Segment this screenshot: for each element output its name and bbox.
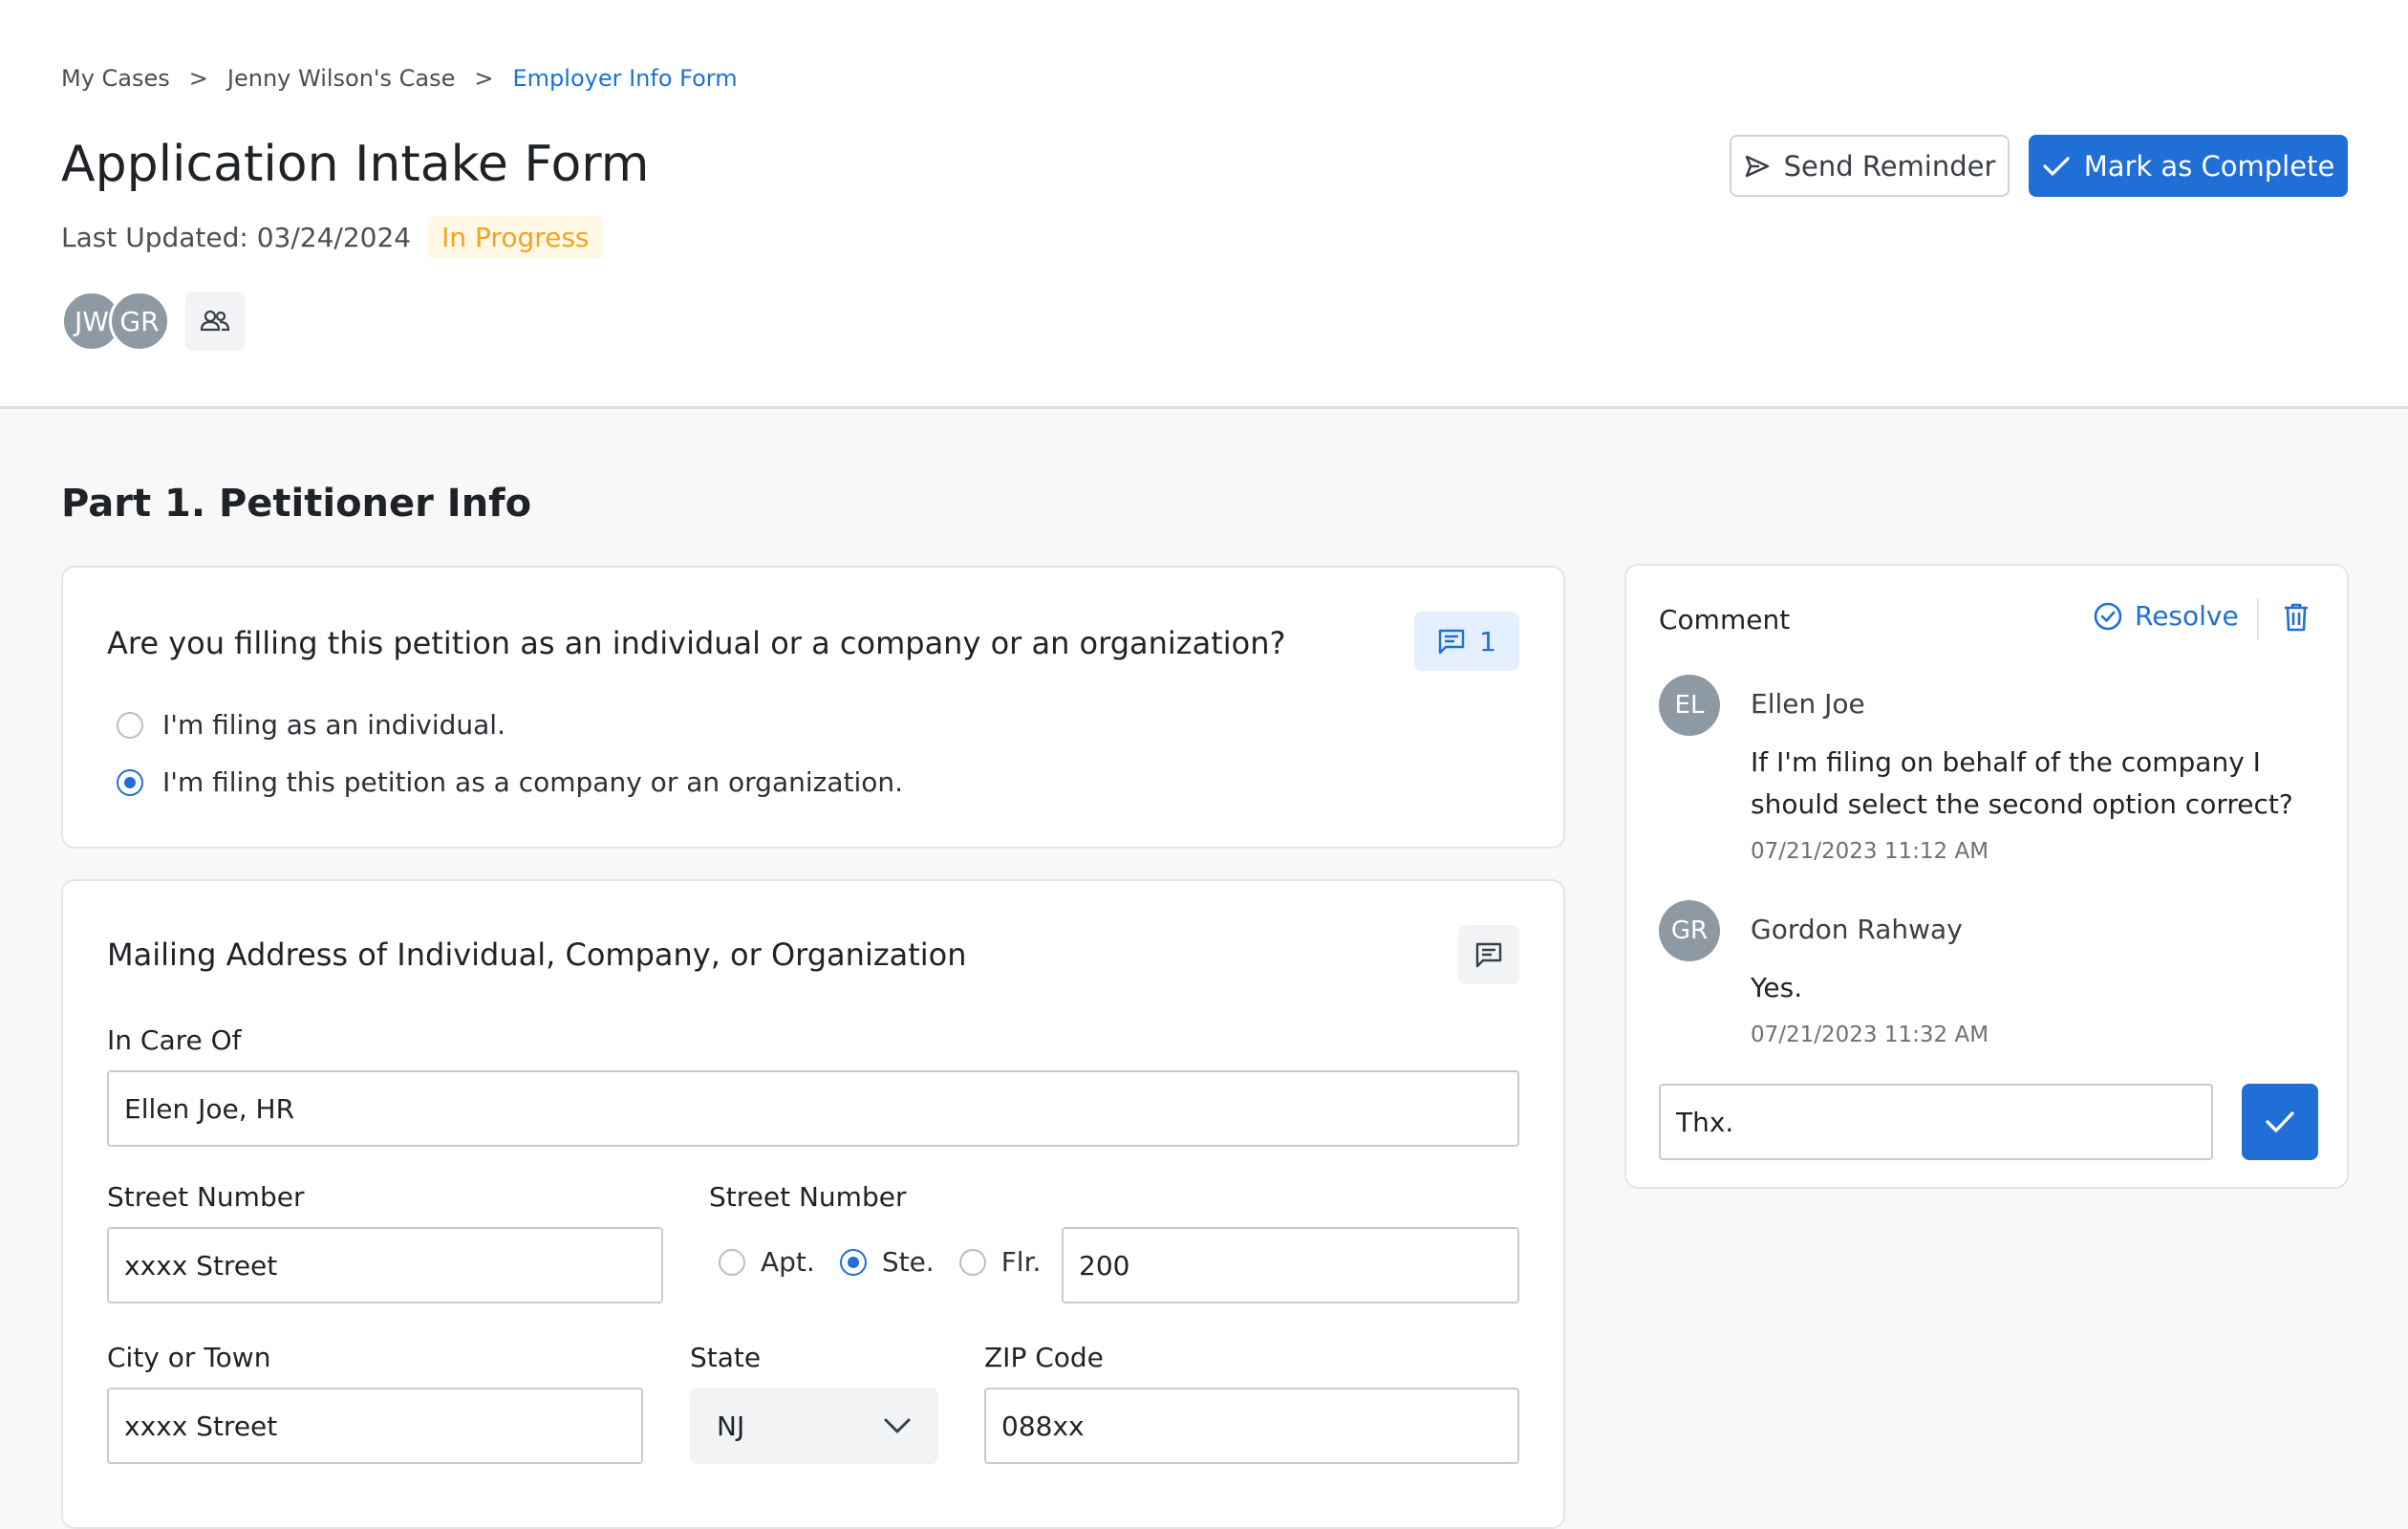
state-value: NJ xyxy=(717,1410,745,1442)
breadcrumb-current[interactable]: Employer Info Form xyxy=(513,65,738,92)
resolve-label: Resolve xyxy=(2135,600,2239,632)
city-label: City or Town xyxy=(107,1342,271,1373)
avatar: GR xyxy=(1659,900,1720,961)
comment-text: If I'm filing on behalf of the company I… xyxy=(1751,746,2293,820)
comment-text: Yes. xyxy=(1751,972,1803,1003)
comment-panel-title: Comment xyxy=(1659,604,1791,635)
address-card: Mailing Address of Individual, Company, … xyxy=(61,879,1565,1529)
breadcrumb-separator: > xyxy=(188,65,208,92)
resolve-button[interactable]: Resolve xyxy=(2093,600,2239,632)
unit-type-radios: Apt. Ste. Flr. xyxy=(719,1246,1065,1278)
in-care-of-label: In Care Of xyxy=(107,1024,242,1056)
trash-icon xyxy=(2285,603,2308,632)
city-input[interactable]: xxxx Street xyxy=(107,1388,643,1464)
people-icon xyxy=(200,310,230,332)
radio-label: I'm filing as an individual. xyxy=(162,709,505,741)
chevron-down-icon xyxy=(884,1418,911,1433)
avatar: EL xyxy=(1659,675,1720,736)
collaborators: JW GR xyxy=(61,291,245,352)
zip-input[interactable]: 088xx xyxy=(984,1388,1519,1464)
address-title: Mailing Address of Individual, Company, … xyxy=(107,937,967,973)
last-updated: Last Updated: 03/24/2024 In Progress xyxy=(61,216,603,259)
manage-collaborators-button[interactable] xyxy=(185,291,245,351)
status-badge: In Progress xyxy=(428,216,603,259)
unit-label: Street Number xyxy=(709,1181,907,1213)
comment-icon xyxy=(1438,629,1465,655)
radio-label: I'm filing this petition as a company or… xyxy=(162,766,904,798)
comment-timestamp: 07/21/2023 11:12 AM xyxy=(1751,839,1989,864)
send-reminder-label: Send Reminder xyxy=(1783,149,1996,183)
section-title: Part 1. Petitioner Info xyxy=(61,482,532,526)
comment-timestamp: 07/21/2023 11:32 AM xyxy=(1751,1023,1989,1047)
radio-button[interactable] xyxy=(117,711,143,739)
unit-option-flr[interactable]: Flr. xyxy=(958,1246,1042,1278)
comment-author: Gordon Rahway xyxy=(1751,914,1963,945)
in-care-of-input[interactable]: Ellen Joe, HR xyxy=(107,1070,1519,1147)
breadcrumb-separator: > xyxy=(474,65,494,92)
mark-complete-button[interactable]: Mark as Complete xyxy=(2029,135,2348,197)
state-select[interactable]: NJ xyxy=(690,1388,938,1464)
add-comment-button[interactable] xyxy=(1458,925,1519,984)
comment-count: 1 xyxy=(1479,625,1496,657)
comment-panel: Comment Resolve EL Ellen Joe If I'm fili… xyxy=(1624,564,2349,1189)
radio-button[interactable] xyxy=(958,1248,986,1276)
radio-option-company[interactable]: I'm filing this petition as a company or… xyxy=(117,766,903,798)
radio-option-individual[interactable]: I'm filing as an individual. xyxy=(117,709,505,741)
unit-option-apt[interactable]: Apt. xyxy=(719,1246,815,1278)
send-icon xyxy=(1745,155,1769,177)
page-title: Application Intake Form xyxy=(61,136,650,193)
radio-label: Apt. xyxy=(761,1246,815,1278)
unit-number-input[interactable]: 200 xyxy=(1062,1227,1519,1303)
submit-reply-button[interactable] xyxy=(2242,1084,2318,1160)
street-number-input[interactable]: xxxx Street xyxy=(107,1227,663,1303)
zip-label: ZIP Code xyxy=(984,1342,1104,1373)
check-icon xyxy=(2266,1111,2294,1132)
state-label: State xyxy=(690,1342,762,1373)
street-number-label: Street Number xyxy=(107,1181,305,1213)
radio-label: Flr. xyxy=(1000,1246,1042,1278)
check-circle-icon xyxy=(2094,602,2122,630)
question-title: Are you filling this petition as an indi… xyxy=(107,625,1286,661)
comments-button[interactable]: 1 xyxy=(1414,612,1519,671)
breadcrumb-case[interactable]: Jenny Wilson's Case xyxy=(227,65,456,92)
delete-comment-button[interactable] xyxy=(2282,602,2311,636)
comment-icon xyxy=(1475,942,1502,968)
breadcrumb: My Cases > Jenny Wilson's Case > Employe… xyxy=(61,65,738,92)
breadcrumb-my-cases[interactable]: My Cases xyxy=(61,65,170,92)
send-reminder-button[interactable]: Send Reminder xyxy=(1730,135,2010,197)
page-header: My Cases > Jenny Wilson's Case > Employe… xyxy=(0,0,2408,409)
mark-complete-label: Mark as Complete xyxy=(2083,149,2335,183)
radio-button[interactable] xyxy=(839,1248,867,1276)
radio-label: Ste. xyxy=(881,1246,935,1278)
reply-input[interactable]: Thx. xyxy=(1659,1084,2213,1160)
last-updated-text: Last Updated: 03/24/2024 xyxy=(61,222,412,253)
question-card: Are you filling this petition as an indi… xyxy=(61,566,1565,849)
comment-author: Ellen Joe xyxy=(1751,688,1865,720)
avatar[interactable]: GR xyxy=(109,291,170,352)
radio-button[interactable] xyxy=(719,1248,745,1276)
check-icon xyxy=(2043,156,2070,176)
divider xyxy=(2257,598,2259,640)
radio-button[interactable] xyxy=(117,768,143,796)
unit-option-ste[interactable]: Ste. xyxy=(839,1246,935,1278)
